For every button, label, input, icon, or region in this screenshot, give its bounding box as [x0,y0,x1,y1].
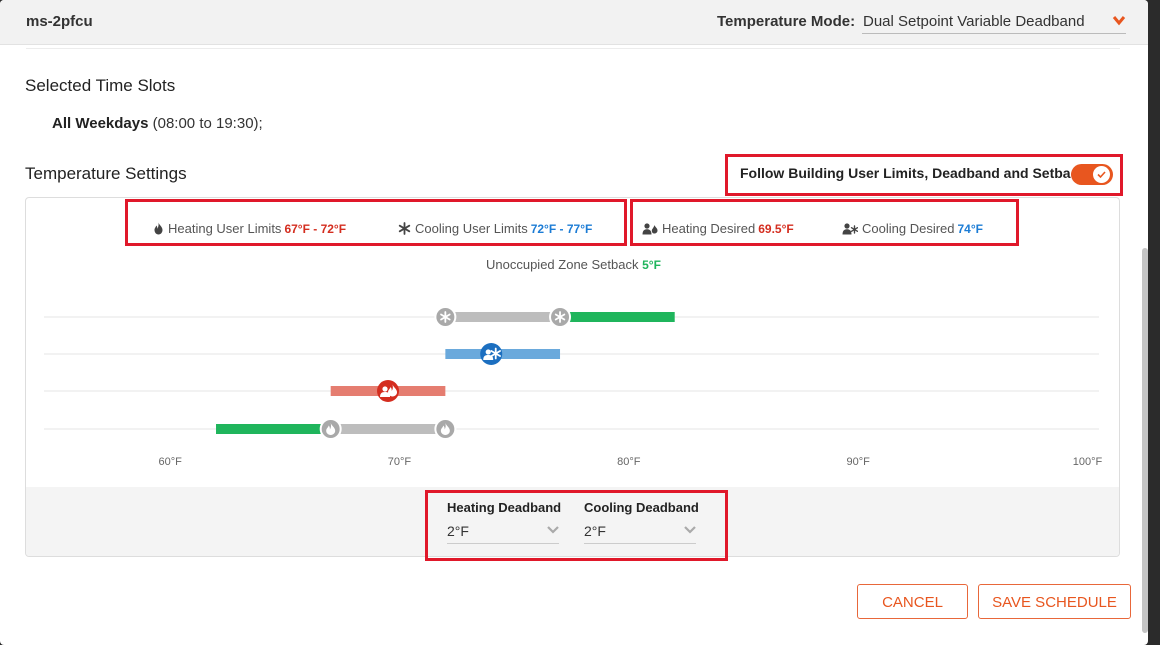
time-slots-heading: Selected Time Slots [25,76,176,95]
setback-label: Unoccupied Zone Setback [486,257,639,272]
temperature-mode-select[interactable]: Dual Setpoint Variable Deadband [862,12,1126,34]
modal-scrollbar[interactable] [1142,248,1148,633]
x-tick-label: 90°F [847,456,871,468]
schedule-modal: ms-2pfcu Temperature Mode: Dual Setpoint… [0,0,1148,645]
x-tick-label: 70°F [388,456,412,468]
highlight-follow-toggle [725,154,1123,196]
save-schedule-button[interactable]: SAVE SCHEDULE [978,584,1131,619]
cooling-desired-handle [480,343,503,365]
temperature-mode-label: Temperature Mode: [717,13,856,30]
x-tick-label: 100°F [1073,456,1103,468]
zone-title: ms-2pfcu [26,13,93,30]
x-tick-label: 80°F [617,456,641,468]
chevron-down-icon [1112,16,1126,26]
modal-header: ms-2pfcu Temperature Mode: Dual Setpoint… [0,0,1148,45]
highlight-desired-temps [630,199,1019,246]
highlight-deadbands [425,490,728,561]
time-slot-range: (08:00 to 19:30); [148,115,263,132]
time-slot-entry: All Weekdays (08:00 to 19:30); [52,115,263,132]
temperature-settings-heading: Temperature Settings [25,164,187,183]
divider [26,48,1120,49]
cancel-button[interactable]: CANCEL [857,584,968,619]
x-tick-label: 60°F [158,456,182,468]
setback-legend: Unoccupied Zone Setback 5°F [486,257,661,272]
time-slot-name: All Weekdays [52,115,149,132]
setback-value: 5°F [642,258,661,272]
highlight-user-limits [125,199,627,246]
person-head [382,386,388,392]
temperature-mode-value: Dual Setpoint Variable Deadband [863,13,1085,30]
person-head [485,349,491,355]
